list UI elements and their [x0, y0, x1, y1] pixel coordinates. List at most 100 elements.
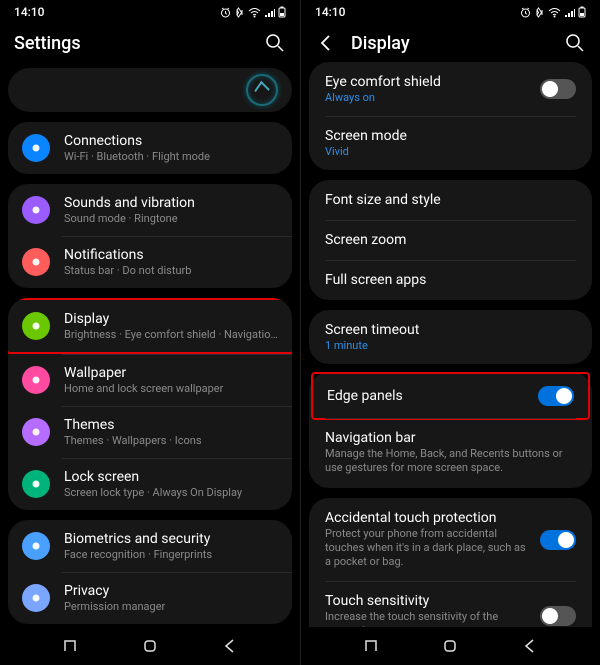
- nav-bar: [0, 627, 300, 665]
- item-subtitle: Themes · Wallpapers · Icons: [64, 434, 278, 447]
- settings-item-lock-screen[interactable]: Lock screenScreen lock type · Always On …: [8, 458, 292, 510]
- item-subtitle: Sound mode · Ringtone: [64, 212, 278, 225]
- status-time: 14:10: [14, 5, 44, 19]
- display-zoom[interactable]: Screen zoom: [309, 220, 592, 260]
- row-subtitle: Protect your phone from accidental touch…: [325, 527, 530, 570]
- item-title: Themes: [64, 417, 278, 433]
- item-subtitle: Permission manager: [64, 600, 278, 613]
- category-icon: [22, 532, 50, 560]
- item-title: Connections: [64, 133, 278, 149]
- row-title: Accidental touch protection: [325, 510, 530, 526]
- display-title-bar: Display: [301, 24, 600, 62]
- row-title: Screen zoom: [325, 232, 576, 248]
- nav-home[interactable]: [139, 635, 161, 657]
- display-timeout[interactable]: Screen timeout1 minute: [309, 310, 592, 364]
- item-title: Biometrics and security: [64, 531, 278, 547]
- alarm-icon: [220, 7, 231, 18]
- settings-title-bar: Settings: [0, 24, 300, 62]
- category-icon: [22, 470, 50, 498]
- vibrate-icon: [234, 7, 245, 18]
- settings-item-biometrics[interactable]: Biometrics and securityFace recognition …: [8, 520, 292, 572]
- settings-item-privacy[interactable]: PrivacyPermission manager: [8, 572, 292, 624]
- row-title: Touch sensitivity: [325, 593, 530, 609]
- status-bar: 14:10: [0, 0, 300, 24]
- battery-icon: [578, 6, 586, 18]
- row-title: Navigation bar: [325, 430, 576, 446]
- category-icon: [22, 584, 50, 612]
- settings-section: Accidental touch protectionProtect your …: [309, 498, 592, 627]
- category-icon: [22, 248, 50, 276]
- status-icons: [220, 6, 286, 18]
- vibrate-icon: [534, 7, 545, 18]
- display-content: Eye comfort shieldAlways onScreen modeVi…: [301, 62, 600, 627]
- battery-icon: [278, 6, 286, 18]
- settings-item-sounds[interactable]: Sounds and vibrationSound mode · Rington…: [8, 184, 292, 236]
- settings-item-wallpaper[interactable]: WallpaperHome and lock screen wallpaper: [8, 354, 292, 406]
- settings-item-notifications[interactable]: NotificationsStatus bar · Do not disturb: [8, 236, 292, 288]
- display-fullscreen-apps[interactable]: Full screen apps: [309, 260, 592, 300]
- wifi-icon: [248, 7, 261, 18]
- row-title: Screen timeout: [325, 322, 576, 338]
- category-icon: [22, 196, 50, 224]
- toggle-switch[interactable]: [540, 606, 576, 626]
- item-subtitle: Screen lock type · Always On Display: [64, 486, 278, 499]
- item-title: Sounds and vibration: [64, 195, 278, 211]
- nav-recents[interactable]: [59, 635, 81, 657]
- settings-item-themes[interactable]: ThemesThemes · Wallpapers · Icons: [8, 406, 292, 458]
- toggle-switch[interactable]: [540, 530, 576, 550]
- item-title: Lock screen: [64, 469, 278, 485]
- row-title: Screen mode: [325, 128, 576, 144]
- item-subtitle: Home and lock screen wallpaper: [64, 382, 278, 395]
- settings-section: Screen timeout1 minute: [309, 310, 592, 364]
- row-subtitle: Always on: [325, 91, 530, 104]
- phone-settings: 14:10 Settings ConnectionsWi-Fi · Blueto…: [0, 0, 300, 665]
- toggle-switch[interactable]: [540, 79, 576, 99]
- display-edge-panels[interactable]: Edge panels: [311, 372, 590, 420]
- display-font[interactable]: Font size and style: [309, 180, 592, 220]
- search-icon: [265, 33, 285, 53]
- back-button[interactable]: [315, 32, 337, 54]
- settings-section: Font size and style Screen zoom Full scree…: [309, 180, 592, 300]
- nav-home[interactable]: [439, 635, 461, 657]
- search-icon: [565, 33, 585, 53]
- item-subtitle: Status bar · Do not disturb: [64, 264, 278, 277]
- settings-content: ConnectionsWi-Fi · Bluetooth · Flight mo…: [0, 62, 300, 627]
- finder-ring-icon: [246, 74, 278, 106]
- category-icon: [22, 134, 50, 162]
- item-title: Wallpaper: [64, 365, 278, 381]
- status-icons: [520, 6, 586, 18]
- item-subtitle: Brightness · Eye comfort shield · Naviga…: [64, 328, 278, 341]
- settings-item-display[interactable]: DisplayBrightness · Eye comfort shield ·…: [8, 298, 292, 354]
- category-icon: [22, 366, 50, 394]
- search-button[interactable]: [264, 32, 286, 54]
- nav-bar: [301, 627, 600, 665]
- nav-back[interactable]: [519, 635, 541, 657]
- display-eye-comfort[interactable]: Eye comfort shieldAlways on: [309, 62, 592, 116]
- settings-section: Edge panels Navigation barManage the Home…: [309, 372, 592, 488]
- item-title: Notifications: [64, 247, 278, 263]
- display-touch-sensitivity[interactable]: Touch sensitivityIncrease the touch sens…: [309, 581, 592, 627]
- row-subtitle: Manage the Home, Back, and Recents butto…: [325, 447, 576, 476]
- toggle-switch[interactable]: [538, 386, 574, 406]
- alarm-icon: [520, 7, 531, 18]
- search-box[interactable]: [8, 68, 292, 112]
- nav-back[interactable]: [219, 635, 241, 657]
- row-title: Font size and style: [325, 192, 576, 208]
- settings-item-connections[interactable]: ConnectionsWi-Fi · Bluetooth · Flight mo…: [8, 122, 292, 174]
- search-button[interactable]: [564, 32, 586, 54]
- page-title: Display: [351, 33, 550, 54]
- phone-display: 14:10 Display Eye comfort shieldAlways o…: [300, 0, 600, 665]
- chevron-left-icon: [316, 33, 336, 53]
- row-title: Edge panels: [327, 388, 528, 404]
- display-accidental-touch[interactable]: Accidental touch protectionProtect your …: [309, 498, 592, 582]
- page-title: Settings: [14, 33, 250, 54]
- display-screen-mode[interactable]: Screen modeVivid: [309, 116, 592, 170]
- category-icon: [22, 312, 50, 340]
- status-time: 14:10: [315, 5, 345, 19]
- nav-recents[interactable]: [360, 635, 382, 657]
- settings-section: Eye comfort shieldAlways onScreen modeVi…: [309, 62, 592, 170]
- row-subtitle: 1 minute: [325, 339, 576, 352]
- display-navigation-bar[interactable]: Navigation barManage the Home, Back, and…: [309, 418, 592, 488]
- category-icon: [22, 418, 50, 446]
- status-bar: 14:10: [301, 0, 600, 24]
